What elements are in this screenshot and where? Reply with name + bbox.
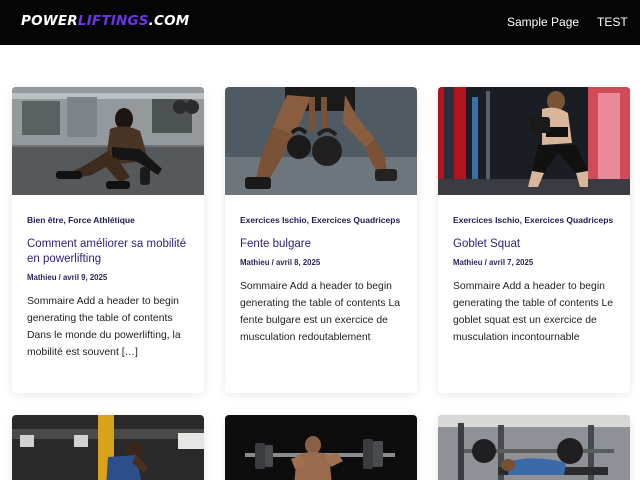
post-excerpt: Sommaire Add a header to begin generatin…: [240, 281, 401, 343]
post-thumbnail-goblet-squat[interactable]: [438, 87, 630, 195]
post-thumbnail-gym-athlete[interactable]: [12, 415, 204, 480]
post-categories[interactable]: Bien être, Force Athlétique: [27, 215, 197, 225]
site-logo[interactable]: POWERLIFTINGS.COM: [21, 13, 189, 29]
post-thumbnail-bench-press[interactable]: [438, 415, 630, 480]
post-card: Exercices Ischio, Exercices Quadriceps F…: [225, 87, 417, 393]
post-thumbnail-overhead-barbell[interactable]: [225, 415, 417, 480]
site-header: POWERLIFTINGS.COM Sample Page TEST: [0, 0, 640, 45]
post-excerpt: Sommaire Add a header to begin generatin…: [27, 296, 181, 358]
post-thumbnail-athlete-stretching[interactable]: [12, 87, 204, 195]
post-title[interactable]: Goblet Squat: [453, 237, 623, 252]
post-categories[interactable]: Exercices Ischio, Exercices Quadriceps: [240, 215, 410, 225]
nav-test[interactable]: TEST: [597, 15, 628, 29]
post-excerpt: Sommaire Add a header to begin generatin…: [453, 281, 614, 343]
post-meta: Mathieu / avril 7, 2025: [453, 258, 534, 267]
post-meta: Mathieu / avril 8, 2025: [240, 258, 321, 267]
post-card: [12, 415, 204, 480]
post-card: Exercices Ischio, Exercices Quadriceps G…: [438, 87, 630, 393]
post-card: [438, 415, 630, 480]
nav-sample-page[interactable]: Sample Page: [507, 15, 579, 29]
post-meta: Mathieu / avril 9, 2025: [27, 273, 108, 282]
post-title[interactable]: Fente bulgare: [240, 237, 410, 252]
post-card: Bien être, Force Athlétique Comment amél…: [12, 87, 204, 393]
post-card: [225, 415, 417, 480]
post-thumbnail-kettlebell-lunge[interactable]: [225, 87, 417, 195]
post-categories[interactable]: Exercices Ischio, Exercices Quadriceps: [453, 215, 623, 225]
post-title[interactable]: Comment améliorer sa mobilité en powerli…: [27, 237, 197, 267]
